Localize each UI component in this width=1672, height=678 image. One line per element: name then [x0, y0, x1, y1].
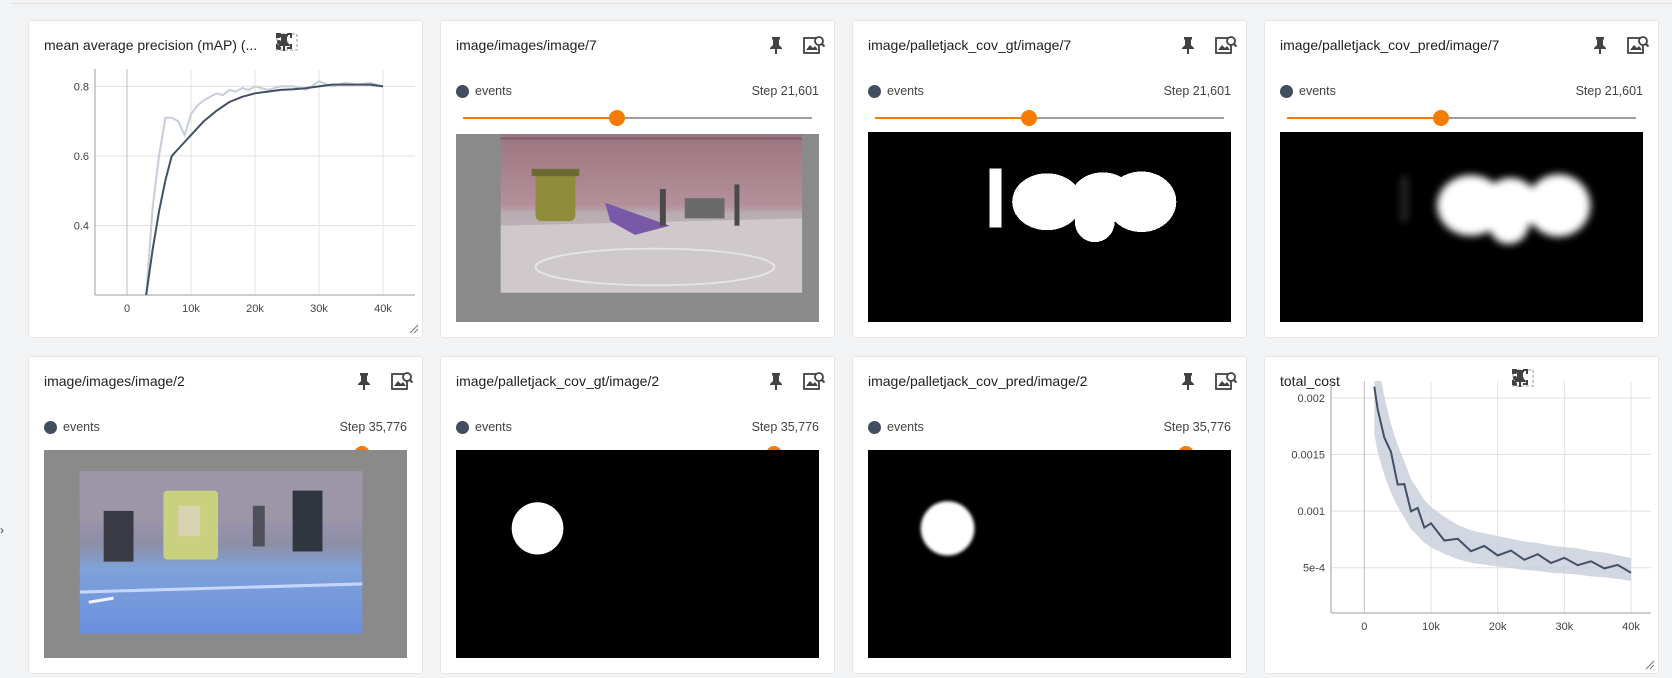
y-tick-label: 0.6	[74, 151, 89, 163]
card-title: image/images/image/2	[44, 373, 185, 389]
run-legend: events	[868, 420, 924, 434]
run-color-dot	[868, 84, 881, 98]
image-card: image/palletjack_cov_gt/image/7 events S…	[852, 20, 1247, 338]
step-label: Step 21,601	[1163, 84, 1231, 98]
step-label: Step 21,601	[1575, 84, 1643, 98]
x-tick-label: 20k	[1489, 621, 1507, 633]
run-color-dot	[456, 420, 469, 434]
step-label: Step 35,776	[339, 420, 407, 434]
run-name: events	[1299, 84, 1336, 98]
step-slider-thumb[interactable]	[1020, 110, 1037, 126]
resize-handle-icon	[1645, 660, 1655, 670]
x-tick-label: 0	[124, 303, 130, 315]
coverage-image	[868, 132, 1231, 322]
resize-handle-icon	[409, 324, 419, 334]
y-tick-label: 0.0015	[1291, 450, 1325, 462]
x-tick-label: 0	[1361, 621, 1367, 633]
x-tick-label: 10k	[1422, 621, 1440, 633]
run-color-dot	[44, 420, 57, 434]
coverage-image	[1280, 132, 1643, 322]
y-tick-label: 0.001	[1297, 506, 1325, 518]
card-title: image/palletjack_cov_pred/image/2	[868, 373, 1088, 389]
step-slider-thumb[interactable]	[1432, 110, 1449, 126]
run-name: events	[63, 420, 100, 434]
image-settings-icon[interactable]	[802, 369, 826, 393]
pin-icon[interactable]	[352, 369, 376, 393]
image-card: image/images/image/7 events Step 21,601	[440, 20, 835, 338]
step-label: Step 35,776	[1163, 420, 1231, 434]
step-slider-thumb[interactable]	[608, 110, 625, 126]
image-settings-icon[interactable]	[1214, 369, 1238, 393]
y-tick-label: 5e-4	[1303, 563, 1325, 575]
smoothed-series-line	[145, 83, 384, 295]
pin-icon[interactable]	[1176, 33, 1200, 57]
run-color-dot	[1280, 84, 1293, 98]
step-slider[interactable]	[875, 110, 1224, 126]
pin-icon[interactable]	[1588, 33, 1612, 57]
run-name: events	[887, 420, 924, 434]
run-color-dot	[868, 420, 881, 434]
total-cost-line-chart[interactable]: 5e-4 0.001 0.0015 0.002 0 10k 20k 30k 40k	[1265, 357, 1660, 675]
x-tick-label: 20k	[246, 303, 264, 315]
coverage-image	[456, 450, 819, 658]
map-chart-card: mean average precision (mAP) (... 0.4 0.6…	[28, 20, 423, 338]
run-name: events	[475, 84, 512, 98]
x-tick-label: 30k	[1555, 621, 1573, 633]
image-card: image/palletjack_cov_pred/image/2 events…	[852, 356, 1247, 674]
run-name: events	[475, 420, 512, 434]
run-legend: events	[1280, 84, 1336, 98]
pin-icon[interactable]	[764, 33, 788, 57]
card-title: image/images/image/7	[456, 37, 597, 53]
pin-icon[interactable]	[1176, 369, 1200, 393]
step-slider[interactable]	[463, 110, 812, 126]
step-slider-fill	[463, 117, 617, 119]
raw-band	[1374, 381, 1631, 581]
x-tick-label: 40k	[1622, 621, 1640, 633]
run-color-dot	[456, 84, 469, 98]
y-tick-label: 0.8	[74, 81, 89, 93]
run-legend: events	[456, 84, 512, 98]
y-tick-label: 0.002	[1297, 393, 1325, 405]
raw-series-line	[145, 80, 384, 295]
step-slider[interactable]	[1287, 110, 1636, 126]
y-tick-label: 0.4	[74, 220, 89, 232]
sample-image	[44, 450, 407, 658]
pin-icon[interactable]	[764, 369, 788, 393]
card-title: image/palletjack_cov_gt/image/2	[456, 373, 660, 389]
image-card: image/palletjack_cov_pred/image/7 events…	[1264, 20, 1659, 338]
image-settings-icon[interactable]	[1214, 33, 1238, 57]
x-tick-label: 30k	[310, 303, 328, 315]
coverage-image	[868, 450, 1231, 658]
image-settings-icon[interactable]	[1626, 33, 1650, 57]
x-tick-label: 10k	[182, 303, 200, 315]
step-slider-fill	[875, 117, 1029, 119]
run-legend: events	[456, 420, 512, 434]
image-settings-icon[interactable]	[802, 33, 826, 57]
sample-image	[456, 134, 819, 322]
step-label: Step 21,601	[751, 84, 819, 98]
card-title: image/palletjack_cov_pred/image/7	[1280, 37, 1500, 53]
image-settings-icon[interactable]	[390, 369, 414, 393]
expand-sidebar-icon[interactable]: ›	[0, 523, 4, 537]
x-tick-label: 40k	[374, 303, 392, 315]
run-name: events	[887, 84, 924, 98]
step-label: Step 35,776	[751, 420, 819, 434]
map-line-chart[interactable]: 0.4 0.6 0.8 0 10k 20k 30k 40k	[29, 21, 424, 339]
card-title: image/palletjack_cov_gt/image/7	[868, 37, 1072, 53]
run-legend: events	[44, 420, 100, 434]
image-card: image/images/image/2 events Step 35,776	[28, 356, 423, 674]
total-cost-chart-card: total_cost 5e-4 0.001 0.0015 0.002 0 10k 20k 30…	[1264, 356, 1659, 674]
run-legend: events	[868, 84, 924, 98]
top-divider	[12, 0, 1672, 4]
image-card: image/palletjack_cov_gt/image/2 events S…	[440, 356, 835, 674]
step-slider-fill	[1287, 117, 1441, 119]
plot-area	[1373, 381, 1632, 581]
plot-area	[145, 80, 384, 295]
